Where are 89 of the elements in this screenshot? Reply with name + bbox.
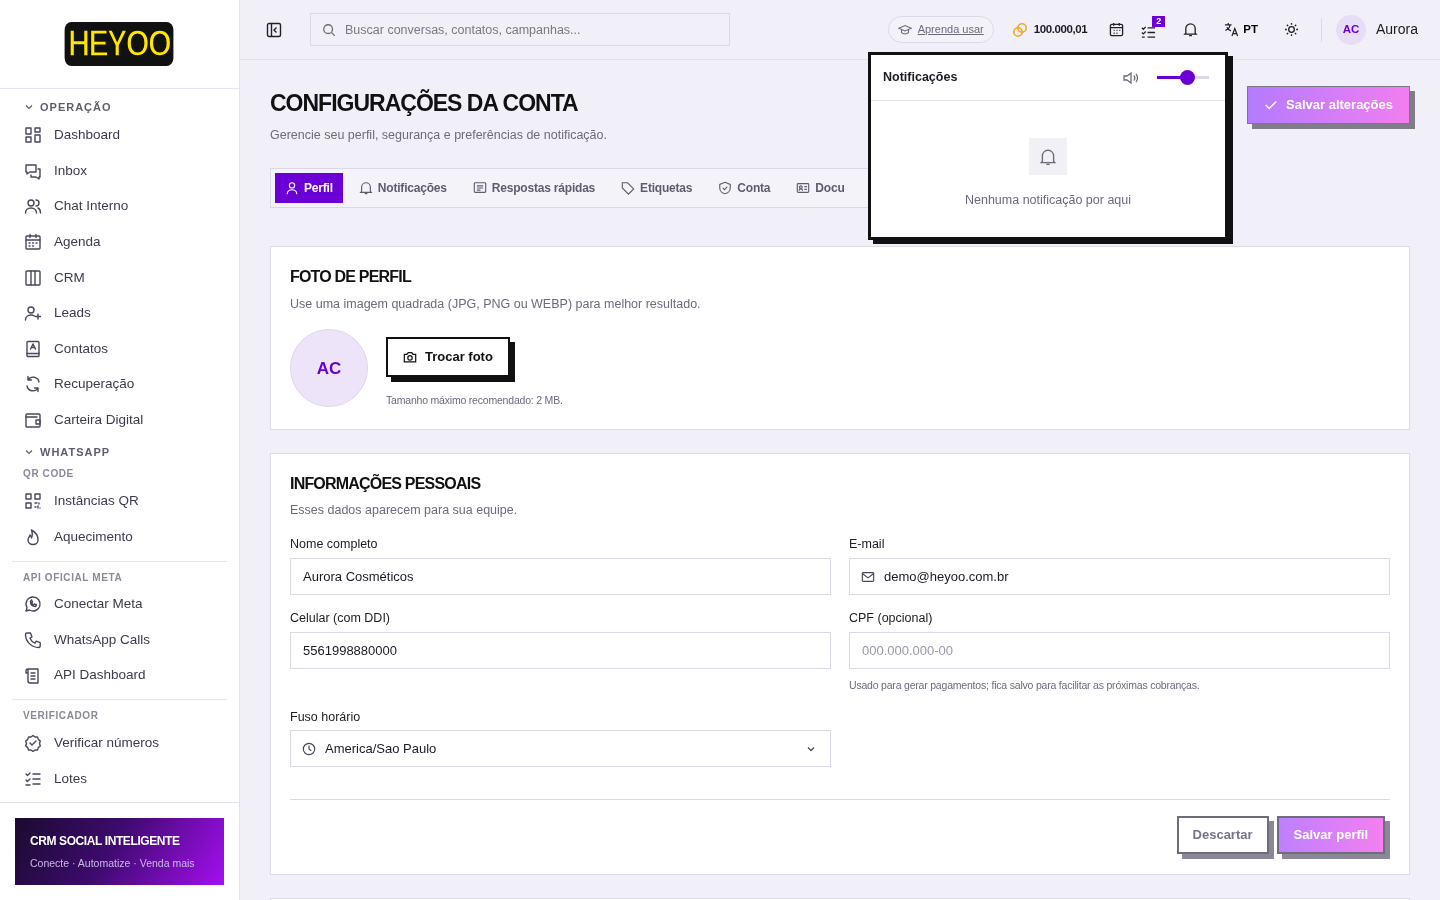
search-field[interactable]: Buscar conversas, contatos, campanhas...: [310, 13, 730, 46]
panel-title: Notificações: [883, 69, 959, 87]
input-field[interactable]: 5561998880000: [290, 631, 831, 669]
wallet-icon: [24, 411, 42, 430]
sidebar-item[interactable]: Lotes: [12, 760, 227, 797]
card-title: INFORMAÇÕES PESSOAIS: [290, 473, 482, 493]
sidebar-item[interactable]: Verificar números: [12, 725, 227, 761]
flame-icon: [24, 527, 42, 546]
field-label: Fuso horário: [290, 708, 362, 726]
profile-avatar: AC: [290, 329, 368, 408]
timezone-select[interactable]: America/Sao Paulo: [290, 730, 831, 768]
input-field[interactable]: Aurora Cosméticos: [290, 558, 831, 596]
graduation-cap-icon: [897, 23, 912, 36]
tag-icon: [621, 181, 636, 196]
learn-link[interactable]: Aprenda usar: [887, 16, 994, 43]
card-subtitle: Use uma imagem quadrada (JPG, PNG ou WEBP) para melhor resultado.: [290, 295, 702, 313]
sidebar-item[interactable]: Leads: [12, 295, 227, 332]
input-field[interactable]: 000.000.000-00: [849, 631, 1390, 669]
section-heading: WHATSAPP: [40, 444, 111, 460]
translate-icon: [1224, 22, 1240, 37]
field-label: CPF (opcional): [849, 610, 934, 628]
speaker-icon: [1123, 70, 1139, 85]
empty-message: Nenhuma notificação por aqui: [964, 192, 1132, 209]
card-subtitle: Esses dados aparecem para sua equipe.: [290, 501, 519, 519]
page-title: CONFIGURAÇÕES DA CONTA: [270, 90, 579, 118]
upload-hint: Tamanho máximo recomendado: 2 MB.: [386, 392, 563, 408]
contact-book-icon: [24, 339, 42, 358]
user-icon: [285, 181, 299, 196]
checklist-icon: [1141, 25, 1157, 40]
refresh-icon: [24, 375, 42, 394]
tab[interactable]: Notificações: [348, 173, 457, 204]
group-label: QR CODE: [22, 467, 75, 482]
mail-icon: [861, 569, 875, 584]
sidebar-item[interactable]: Conectar Meta: [12, 586, 227, 623]
sidebar-item[interactable]: Agenda: [12, 224, 227, 260]
group-label: API OFICIAL META: [22, 570, 124, 585]
logo: HEYOO: [65, 22, 174, 66]
sidebar-item[interactable]: CRM: [12, 259, 227, 296]
promo-subtitle: Conecte · Automatize · Venda mais: [30, 856, 196, 871]
card-title: FOTO DE PERFIL: [290, 267, 413, 287]
field-label: E-mail: [849, 536, 886, 554]
user-avatar[interactable]: AC: [1335, 14, 1366, 45]
tab[interactable]: Perfil: [275, 173, 343, 204]
email-field[interactable]: demo@heyoo.com.br: [849, 558, 1390, 596]
tab[interactable]: Docu: [786, 173, 855, 204]
sidebar-item[interactable]: API Dashboard: [12, 657, 227, 694]
chat-bubbles-icon: [24, 161, 42, 180]
columns-icon: [24, 268, 42, 287]
count-badge: 2: [1152, 16, 1166, 27]
page-subtitle: Gerencie seu perfil, segurança e preferências de notificação.: [270, 126, 607, 144]
sidebar-item[interactable]: WhatsApp Calls: [12, 622, 227, 658]
sidebar-item[interactable]: Inbox: [12, 153, 227, 189]
user-name: Aurora: [1375, 20, 1418, 39]
qr-code-icon: [24, 492, 42, 511]
phone-icon: [24, 630, 42, 649]
people-icon: [24, 197, 42, 216]
section-heading: OPERAÇÃO: [40, 100, 112, 115]
id-card-icon: [796, 181, 811, 196]
scroll-icon: [24, 666, 42, 685]
calendar-icon: [24, 233, 42, 252]
shield-icon: [718, 181, 733, 196]
field-label: Nome completo: [290, 536, 379, 554]
sidebar-item[interactable]: Contatos: [12, 331, 227, 367]
bell-icon: [358, 181, 373, 196]
sidebar-item[interactable]: Aquecimento: [12, 518, 227, 555]
tasks-button[interactable]: 2: [1138, 16, 1166, 43]
camera-icon: [403, 350, 417, 365]
whatsapp-icon: [24, 595, 42, 614]
add-user-icon: [24, 304, 42, 323]
credits-balance: 100.000,01: [1033, 21, 1088, 37]
bell-icon: [1029, 138, 1067, 175]
group-label: VERIFICADOR: [22, 709, 100, 724]
sidebar-item[interactable]: Instâncias QR: [12, 483, 227, 519]
sidebar-item[interactable]: Chat Interno: [12, 188, 227, 225]
clock-icon: [302, 741, 316, 756]
tab[interactable]: Conta: [708, 173, 781, 204]
language-button[interactable]: PT: [1220, 16, 1262, 43]
field-hint: Usado para gerar pagamentos; fica salvo para facilitar as próximas cobranças.: [849, 677, 1201, 693]
sidebar-item[interactable]: Carteira Digital: [12, 402, 227, 438]
check-badge-icon: [24, 734, 42, 753]
sidebar-item[interactable]: Dashboard: [12, 117, 227, 154]
coins-icon: [1011, 21, 1028, 38]
sidebar-item[interactable]: Recuperação: [12, 366, 227, 403]
field-label: Celular (com DDI): [290, 610, 391, 628]
message-icon: [472, 181, 487, 196]
grid-icon: [24, 126, 42, 145]
tab[interactable]: Respostas rápidas: [462, 173, 606, 204]
promo-title: CRM SOCIAL INTELIGENTE: [30, 833, 181, 850]
tab[interactable]: Etiquetas: [611, 173, 703, 204]
